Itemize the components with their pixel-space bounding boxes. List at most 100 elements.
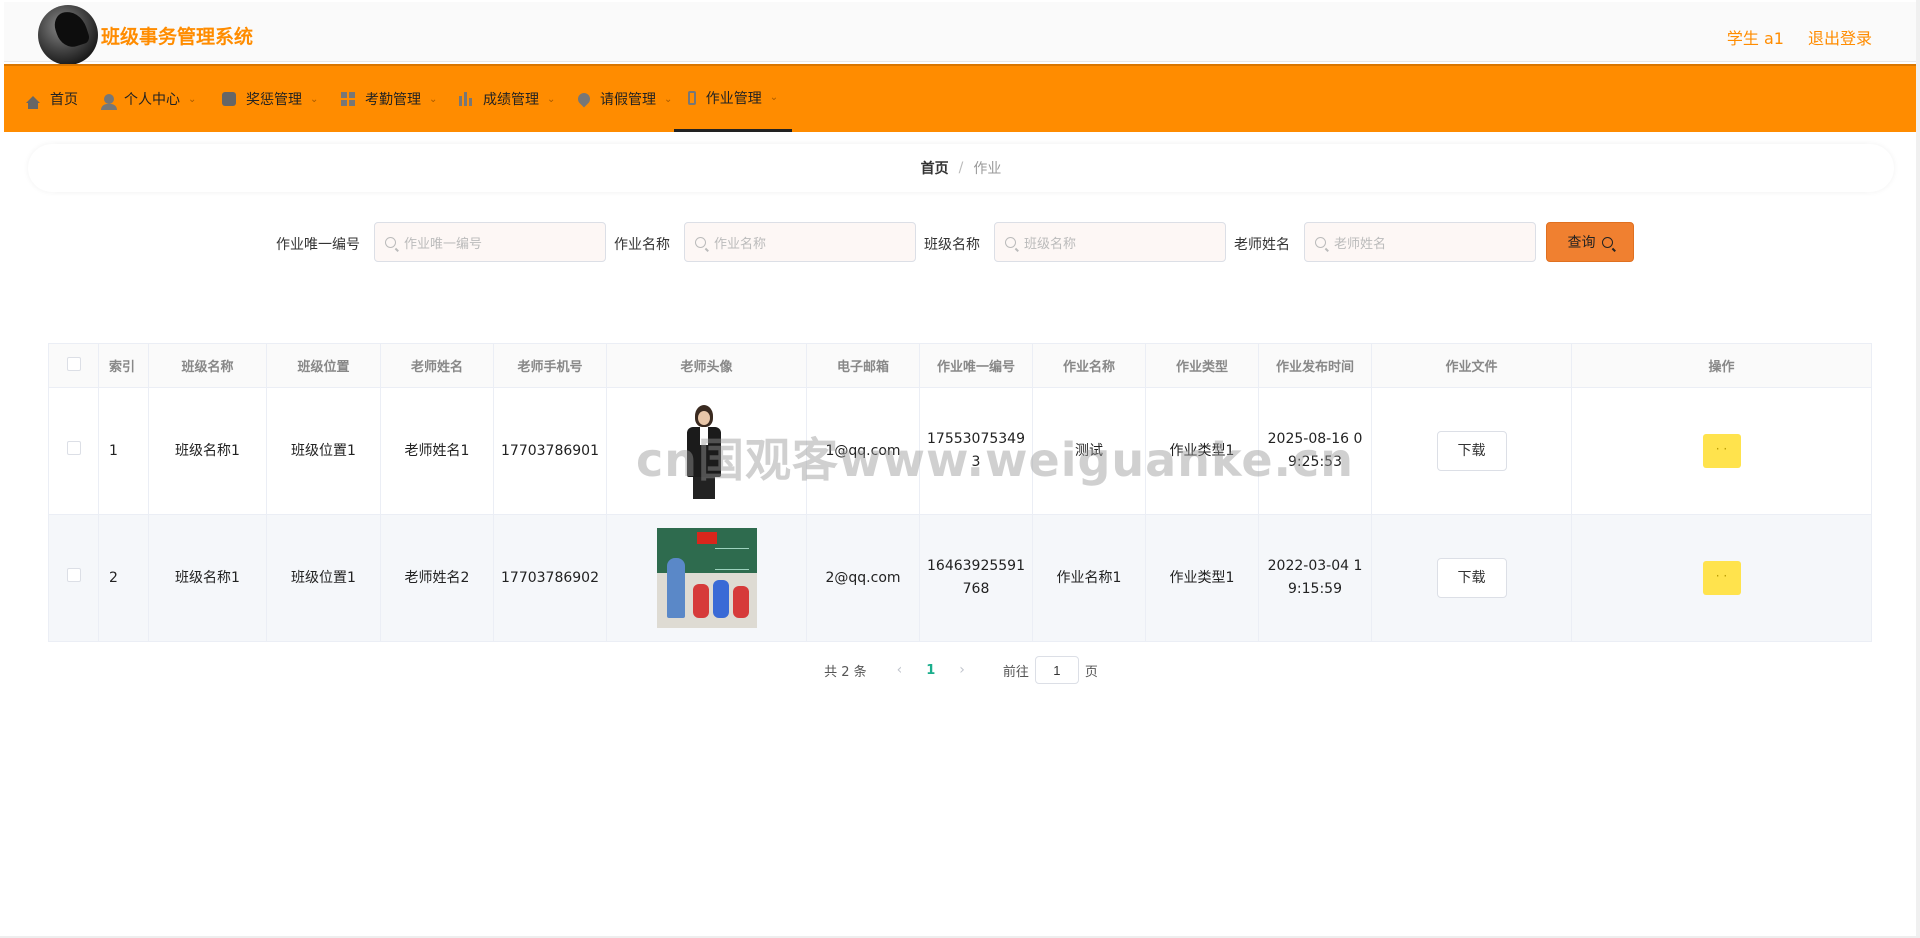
goto-prefix: 前往: [1002, 664, 1029, 680]
nav-item-label: 作业管理: [705, 90, 762, 107]
breadcrumb-home[interactable]: 首页: [921, 158, 949, 178]
cell-teacher-avatar: [606, 387, 807, 515]
class-name-input[interactable]: 班级名称: [994, 222, 1226, 262]
chevron-down-icon: ⌄: [664, 93, 673, 105]
cell-publish-time: 2022-03-04 19:15:59: [1258, 514, 1372, 642]
goto-page-input[interactable]: [1034, 656, 1079, 684]
logout-link[interactable]: 退出登录: [1808, 25, 1872, 49]
homework-name-input[interactable]: 作业名称: [684, 222, 916, 262]
chevron-down-icon: ⌄: [310, 93, 319, 105]
homework-id-label: 作业唯一编号: [276, 237, 360, 253]
prev-page-button[interactable]: ‹: [897, 662, 903, 678]
input-placeholder: 老师姓名: [1334, 236, 1387, 252]
download-button[interactable]: 下载: [1436, 558, 1507, 598]
search-button[interactable]: 查询: [1546, 222, 1634, 262]
cell-homework-name: 作业名称1: [1032, 514, 1146, 642]
select-all-checkbox[interactable]: [66, 356, 81, 371]
action-button[interactable]: · ·: [1702, 434, 1741, 468]
nav-item-label: 个人中心: [124, 92, 180, 108]
user-icon: [101, 94, 117, 110]
cell-homework-name: 测试: [1032, 387, 1146, 515]
teacher-avatar-image: [656, 528, 757, 628]
column-header: 索引: [98, 343, 149, 388]
homework-table: 索引 班级名称 班级位置 老师姓名 老师手机号 老师头像 电子邮箱 作业唯一编号…: [48, 343, 1872, 642]
chevron-down-icon: ⌄: [547, 93, 556, 105]
search-icon: [1005, 236, 1016, 248]
row-checkbox[interactable]: [66, 440, 81, 455]
column-header: 班级名称: [148, 343, 267, 388]
goto-suffix: 页: [1084, 664, 1098, 680]
column-header: 作业名称: [1032, 343, 1146, 388]
nav-item-homework[interactable]: 作业管理 ⌄: [674, 66, 792, 132]
page-number-1[interactable]: 1: [926, 663, 935, 678]
phone-icon: [687, 90, 696, 105]
column-header: 班级位置: [266, 343, 381, 388]
nav-item-rewards[interactable]: 奖惩管理 ⌄: [222, 66, 318, 132]
homework-id-input[interactable]: 作业唯一编号: [374, 222, 606, 262]
action-button[interactable]: · ·: [1702, 561, 1741, 595]
nav-item-label: 首页: [50, 92, 78, 108]
column-header: 电子邮箱: [806, 343, 920, 388]
chevron-down-icon: ⌄: [429, 93, 438, 105]
row-select-cell: [48, 514, 99, 642]
cell-teacher-name: 老师姓名1: [380, 387, 494, 515]
search-form: 作业唯一编号 作业唯一编号 作业名称 作业名称 班级名称 班级名称 老师姓名 老…: [28, 222, 1894, 262]
grid-icon: [341, 92, 355, 106]
cell-index: 1: [98, 387, 149, 515]
bar-chart-icon: [459, 92, 473, 106]
cell-class-name: 班级名称1: [148, 387, 267, 515]
top-header: 班级事务管理系统 学生 a1 退出登录: [4, 2, 1916, 65]
cell-homework-type: 作业类型1: [1145, 387, 1259, 515]
cell-homework-file: 下载: [1371, 514, 1572, 642]
input-placeholder: 作业名称: [714, 236, 767, 252]
cell-actions: · ·: [1571, 387, 1872, 515]
table-row: 2 班级名称1 班级位置1 老师姓名2 17703786902 2@qq.com…: [48, 514, 1872, 642]
nav-item-label: 成绩管理: [483, 92, 539, 108]
class-name-label: 班级名称: [924, 237, 980, 253]
breadcrumb: 首页 / 作业: [28, 144, 1894, 192]
nav-item-label: 考勤管理: [365, 92, 421, 108]
location-icon: [575, 90, 593, 108]
cell-homework-type: 作业类型1: [1145, 514, 1259, 642]
total-count: 共 2 条: [824, 664, 867, 680]
nav-item-grades[interactable]: 成绩管理 ⌄: [459, 66, 555, 132]
homework-name-label: 作业名称: [614, 237, 670, 253]
column-header: 作业唯一编号: [919, 343, 1033, 388]
breadcrumb-current: 作业: [973, 161, 1002, 177]
home-icon: [26, 95, 40, 109]
column-header: 操作: [1571, 343, 1872, 388]
cell-homework-file: 下载: [1371, 387, 1572, 515]
table-header-row: 索引 班级名称 班级位置 老师姓名 老师手机号 老师头像 电子邮箱 作业唯一编号…: [48, 343, 1872, 388]
search-icon: [1315, 236, 1326, 248]
teacher-avatar-image: [656, 401, 757, 501]
column-header: 作业发布时间: [1258, 343, 1372, 388]
cell-class-name: 班级名称1: [148, 514, 267, 642]
current-user-link[interactable]: 学生 a1: [1727, 25, 1784, 49]
input-placeholder: 作业唯一编号: [404, 236, 483, 252]
row-select-cell: [48, 387, 99, 515]
table-row: 1 班级名称1 班级位置1 老师姓名1 17703786901 1@qq.com…: [48, 387, 1872, 515]
cell-index: 2: [98, 514, 149, 642]
cell-publish-time: 2025-08-16 09:25:53: [1258, 387, 1372, 515]
nav-item-personal-center[interactable]: 个人中心 ⌄: [101, 66, 197, 132]
teacher-name-input[interactable]: 老师姓名: [1304, 222, 1536, 262]
download-button[interactable]: 下载: [1436, 431, 1507, 471]
chevron-down-icon: ⌄: [188, 93, 197, 105]
nav-item-home[interactable]: 首页: [26, 66, 78, 132]
nav-item-leave[interactable]: 请假管理 ⌄: [575, 66, 673, 132]
nav-item-label: 请假管理: [600, 92, 656, 108]
chevron-down-icon: ⌄: [769, 92, 779, 103]
column-header: 老师头像: [606, 343, 807, 388]
cell-teacher-phone: 17703786902: [493, 514, 607, 642]
nav-item-attendance[interactable]: 考勤管理 ⌄: [341, 66, 437, 132]
column-header: 作业类型: [1145, 343, 1259, 388]
main-nav: 首页 个人中心 ⌄ 奖惩管理 ⌄ 考勤管理 ⌄ 成绩管理 ⌄ 请假管理 ⌄ 作业…: [4, 64, 1916, 132]
cell-email: 1@qq.com: [806, 387, 920, 515]
input-placeholder: 班级名称: [1024, 236, 1077, 252]
teacher-name-label: 老师姓名: [1234, 237, 1290, 253]
nav-item-label: 奖惩管理: [246, 92, 302, 108]
row-checkbox[interactable]: [66, 567, 81, 582]
user-area: 学生 a1 退出登录: [1727, 25, 1872, 49]
next-page-button[interactable]: ›: [959, 662, 965, 678]
cell-class-location: 班级位置1: [266, 387, 381, 515]
